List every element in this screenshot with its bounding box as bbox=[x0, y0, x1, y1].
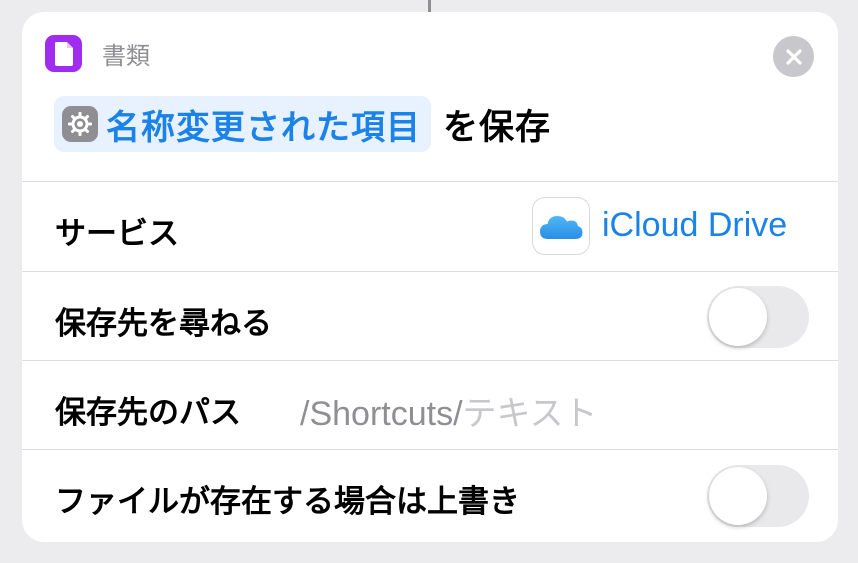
destination-path-label: 保存先のパス bbox=[55, 395, 241, 431]
gear-icon bbox=[62, 106, 98, 142]
save-file-action-card: 書類 名称変更された項目 を保存 サービス iCloud Drive 保存先を尋… bbox=[22, 12, 838, 542]
ask-destination-row: 保存先を尋ねる bbox=[22, 271, 838, 361]
variable-label: 名称変更された項目 bbox=[106, 107, 421, 148]
destination-path-row: 保存先のパス /Shortcuts/テキスト bbox=[22, 360, 838, 450]
toggle-knob bbox=[709, 288, 767, 346]
toggle-knob bbox=[709, 467, 767, 525]
service-value: iCloud Drive bbox=[602, 206, 788, 244]
app-name: 書類 bbox=[102, 42, 150, 70]
destination-path-field[interactable]: /Shortcuts/テキスト bbox=[300, 386, 598, 435]
ask-destination-toggle[interactable] bbox=[707, 286, 809, 348]
close-icon bbox=[785, 48, 802, 65]
action-verb: を保存 bbox=[443, 107, 552, 148]
overwrite-label: ファイルが存在する場合は上書き bbox=[55, 484, 520, 520]
ask-destination-label: 保存先を尋ねる bbox=[55, 306, 272, 342]
close-button[interactable] bbox=[773, 36, 814, 77]
variable-token[interactable]: 名称変更された項目 bbox=[54, 96, 431, 152]
overwrite-row: ファイルが存在する場合は上書き bbox=[22, 449, 838, 542]
overwrite-toggle[interactable] bbox=[707, 465, 809, 527]
connector-line bbox=[428, 0, 431, 12]
service-label: サービス bbox=[55, 216, 179, 252]
action-header: 書類 名称変更された項目 を保存 bbox=[22, 12, 838, 182]
service-row[interactable]: サービス iCloud Drive bbox=[22, 181, 838, 272]
path-placeholder: テキスト bbox=[462, 395, 598, 433]
path-prefix: /Shortcuts/ bbox=[300, 395, 463, 433]
action-summary: 名称変更された項目 を保存 bbox=[54, 96, 551, 152]
icloud-icon bbox=[532, 197, 590, 255]
document-icon bbox=[45, 35, 82, 72]
